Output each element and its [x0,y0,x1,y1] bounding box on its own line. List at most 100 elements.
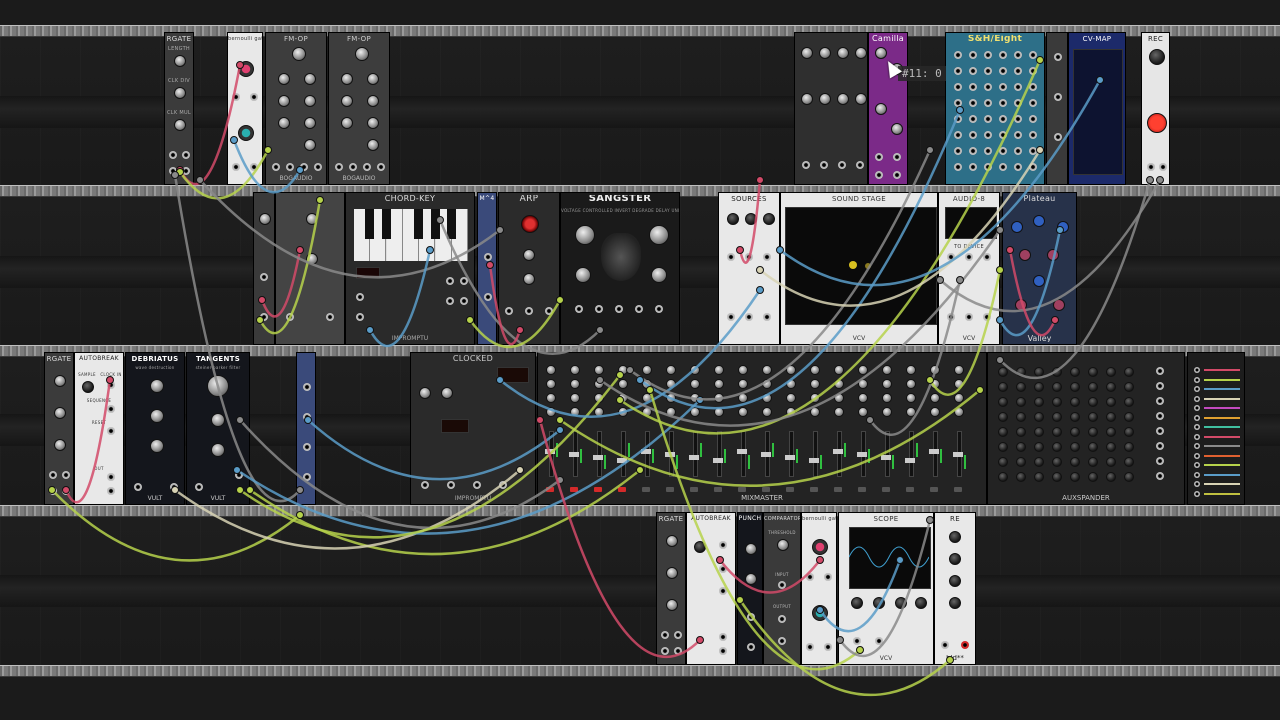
fader[interactable] [717,431,722,477]
aux-send-knob[interactable] [1034,442,1044,452]
aux-send-knob[interactable] [998,457,1008,467]
input-jack[interactable] [525,307,533,315]
fader-cap[interactable] [617,458,627,463]
rgate-module-mid[interactable]: RGATE [44,352,74,505]
color-jack[interactable] [1194,367,1200,373]
level-knob[interactable] [341,117,353,129]
blend-knob[interactable] [891,123,903,135]
mixer-knob[interactable] [858,393,868,403]
input-jack[interactable] [875,171,883,179]
sh-jack[interactable] [1014,83,1022,91]
scale-knob[interactable] [819,93,831,105]
output-jack[interactable] [460,277,468,285]
input-jack[interactable] [595,305,603,313]
attack-knob[interactable] [367,73,379,85]
input-jack[interactable] [745,253,753,261]
input-jack[interactable] [286,163,294,171]
trigger-knob[interactable] [915,597,927,609]
mixer-knob[interactable] [642,407,652,417]
aux-send-knob[interactable] [998,442,1008,452]
mixer-knob[interactable] [666,365,676,375]
mixer-knob[interactable] [714,379,724,389]
mini-module[interactable] [1046,32,1068,185]
mixer-knob[interactable] [762,379,772,389]
output-jack[interactable] [763,313,771,321]
resonance-knob[interactable] [211,413,225,427]
fader-cap[interactable] [545,449,555,454]
reset-jack[interactable] [107,427,115,435]
mixer-knob[interactable] [618,393,628,403]
input-jack[interactable] [303,413,311,421]
size-knob[interactable] [1019,249,1031,261]
output-jack[interactable] [235,471,243,479]
mixer-knob[interactable] [570,379,580,389]
mixer-knob[interactable] [570,365,580,375]
aux-send-knob[interactable] [998,397,1008,407]
output-jack[interactable] [182,167,190,175]
input-jack[interactable] [747,613,755,621]
sh-jack[interactable] [1014,147,1022,155]
offset-knob[interactable] [801,47,813,59]
cutoff-knob[interactable] [207,375,229,397]
aux-send-knob[interactable] [1034,382,1044,392]
output-jack[interactable] [446,297,454,305]
aux-send-knob[interactable] [1034,397,1044,407]
sh-jack[interactable] [1029,131,1037,139]
param-knob[interactable] [949,531,961,543]
aux-send-knob[interactable] [1016,397,1026,407]
output-jack[interactable] [62,487,70,495]
mixer-knob[interactable] [786,407,796,417]
output-jack[interactable] [499,481,507,489]
cable-color-module[interactable] [1187,352,1245,505]
device-display[interactable] [945,207,997,239]
sh-jack[interactable] [954,83,962,91]
sustain-knob[interactable] [304,117,316,129]
mixer-knob[interactable] [618,407,628,417]
fader-cap[interactable] [713,458,723,463]
fader[interactable] [933,431,938,477]
sh-jack[interactable] [1029,163,1037,171]
sh-jack[interactable] [999,115,1007,123]
aux-send-knob[interactable] [1088,427,1098,437]
sh-jack[interactable] [1014,131,1022,139]
piano-keyboard[interactable] [354,209,468,261]
input-jack[interactable] [778,581,786,589]
input-jack[interactable] [300,163,308,171]
aux-send-knob[interactable] [1106,442,1116,452]
output-jack[interactable] [747,643,755,651]
mixer-knob[interactable] [642,365,652,375]
aux-send-knob[interactable] [1070,427,1080,437]
dry-knob[interactable] [1011,221,1023,233]
aux-send-knob[interactable] [1088,382,1098,392]
aux-send-knob[interactable] [1034,367,1044,377]
input-jack[interactable] [875,153,883,161]
depth-knob[interactable] [341,73,353,85]
wet-knob[interactable] [1033,215,1045,227]
sound-stage-module[interactable]: SOUND STAGE VCV [780,192,938,345]
mixer-knob[interactable] [858,379,868,389]
aux-send-knob[interactable] [1034,427,1044,437]
fader[interactable] [597,431,602,477]
release-knob[interactable] [367,139,379,151]
output-jack[interactable] [824,643,832,651]
aux-send-knob[interactable] [1106,382,1116,392]
debriatus-module[interactable]: DEBRIATUS wave destruction VULT [125,352,185,505]
output-jack[interactable] [260,313,268,321]
aux-send-knob[interactable] [1106,412,1116,422]
input-jack[interactable] [232,93,240,101]
mixer-knob[interactable] [738,393,748,403]
color-jack[interactable] [1194,386,1200,392]
sh-jack[interactable] [984,67,992,75]
color-jack[interactable] [1194,395,1200,402]
param-knob[interactable] [306,213,318,225]
mixer-knob[interactable] [834,393,844,403]
mixer-knob[interactable] [738,407,748,417]
sh-eight-module[interactable]: S&H/Eight [945,32,1045,185]
punch-module[interactable]: PUNCH [737,512,763,665]
output-jack[interactable] [824,573,832,581]
release-knob[interactable] [304,139,316,151]
feedback-knob[interactable] [341,95,353,107]
aux-send-knob[interactable] [1052,472,1062,482]
input-jack[interactable] [134,483,142,491]
input-jack[interactable] [49,471,57,479]
